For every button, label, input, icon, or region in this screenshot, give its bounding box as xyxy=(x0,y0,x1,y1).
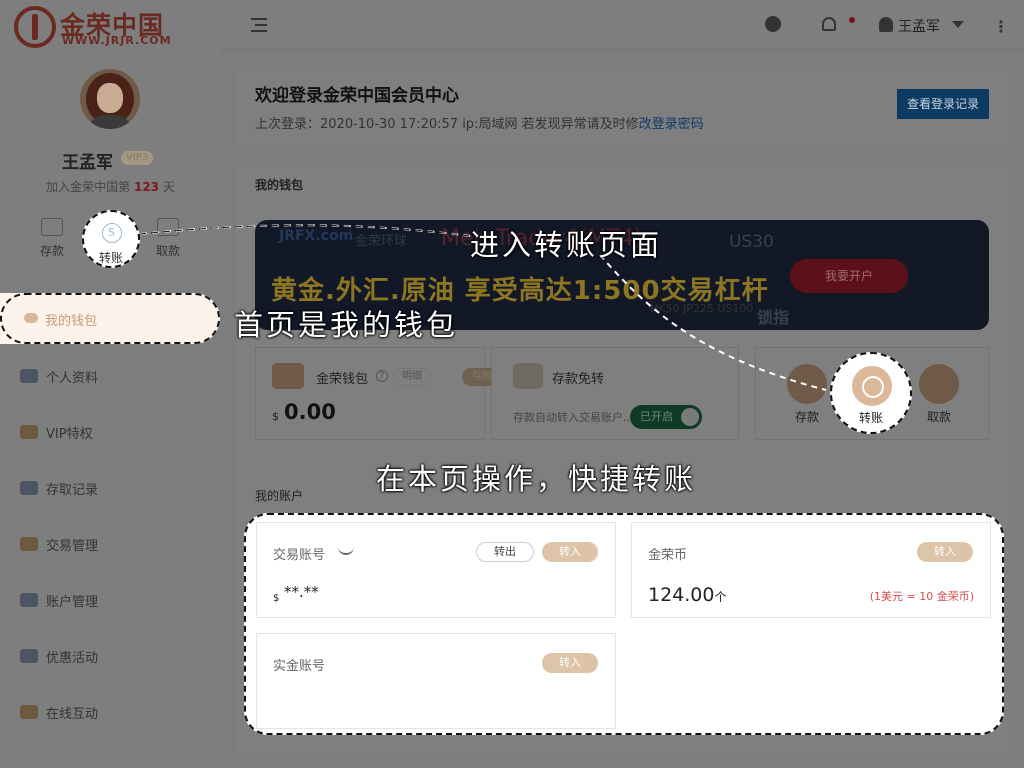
last-login-text: 上次登录：2020-10-30 17:20:57 ip:局域网 若发现异常请及时… xyxy=(255,117,704,132)
quick-deposit[interactable]: 存款 xyxy=(27,218,77,259)
sidebar-item-promo[interactable]: 优惠活动 xyxy=(0,628,221,684)
currency-symbol: $ xyxy=(273,593,280,604)
trading-account-card: 交易账号 转出 转入 $ **.** xyxy=(256,522,616,618)
chevron-down-icon[interactable] xyxy=(952,21,964,28)
caption-home: 首页是我的钱包 xyxy=(234,308,459,342)
transfer-out-button[interactable]: 转出 xyxy=(476,542,534,562)
sidebar: 金荣中国 WWW.JRJR.COM 王孟军 VIP3 加入金荣中国第 123 天… xyxy=(0,0,221,768)
brand-url: WWW.JRJR.COM xyxy=(62,34,172,47)
trading-account-title: 交易账号 xyxy=(273,548,326,563)
action-transfer[interactable]: 转账 xyxy=(830,352,912,434)
wallet-heading: 我的钱包 xyxy=(255,178,304,192)
coin-transfer-in-button[interactable]: 转入 xyxy=(917,542,973,562)
promo-icon xyxy=(20,649,38,663)
support-icon[interactable] xyxy=(765,16,781,32)
menu-toggle-icon[interactable] xyxy=(251,18,267,32)
detail-button[interactable]: 明细 xyxy=(393,368,431,386)
quick-withdraw[interactable]: 取款 xyxy=(143,218,193,259)
gold-coin-title: 金荣币 xyxy=(648,548,688,563)
user-icon[interactable] xyxy=(879,17,893,32)
wallet-amount: 0.00 xyxy=(284,400,336,424)
accounts-section: 交易账号 转出 转入 $ **.** 金荣币 转入 124.00个 (1美元 =… xyxy=(244,513,1004,735)
open-account-button[interactable]: 我要开户 xyxy=(790,259,908,293)
sidebar-item-vip[interactable]: VIP特权 xyxy=(0,404,221,460)
profile-icon xyxy=(20,369,38,383)
bell-icon[interactable] xyxy=(822,17,836,31)
transfer-in-button[interactable]: 转入 xyxy=(542,542,598,562)
gold-coin-card: 金荣币 转入 124.00个 (1美元 = 10 金荣币) xyxy=(631,522,991,618)
welcome-card: 欢迎登录金荣中国会员中心 上次登录：2020-10-30 17:20:57 ip… xyxy=(236,66,1008,148)
avatar[interactable] xyxy=(80,69,140,129)
brand-mark-icon xyxy=(14,6,56,48)
vip-badge: VIP3 xyxy=(121,151,154,165)
sidebar-item-profile[interactable]: 个人资料 xyxy=(0,348,221,404)
banner-indices: HK50 JP225 US100 xyxy=(650,302,754,315)
gold-coin-value: 124.00个 xyxy=(648,584,727,606)
vip-icon xyxy=(20,425,38,439)
help-icon[interactable]: ? xyxy=(376,370,388,382)
transfer-icon xyxy=(102,223,122,243)
brand-logo[interactable]: 金荣中国 WWW.JRJR.COM xyxy=(14,6,194,50)
wallet-name: 金荣钱包 xyxy=(316,372,369,387)
currency-symbol: $ xyxy=(272,410,279,423)
banner-logo-cn: 金荣环球 xyxy=(355,234,408,249)
auto-transfer-toggle[interactable]: 已开启 xyxy=(630,405,702,429)
eye-closed-icon[interactable] xyxy=(338,547,354,555)
top-bar: 王孟军 ⋮ xyxy=(221,0,1024,50)
chat-icon xyxy=(20,705,38,719)
wallet-balance-box: 金荣钱包 ? 明细 存款 $ 0.00 xyxy=(255,347,502,440)
caption-quick: 在本页操作，快捷转账 xyxy=(376,462,697,496)
sidebar-item-trade[interactable]: 交易管理 xyxy=(0,516,221,572)
quick-transfer[interactable]: 转账 xyxy=(82,210,140,268)
real-gold-account-card: 实金账号 转入 xyxy=(256,633,616,729)
banner-logo: JRFX.com xyxy=(279,228,354,244)
exchange-rate: (1美元 = 10 金荣币) xyxy=(869,590,974,603)
deposit-icon xyxy=(787,364,827,404)
sidebar-item-chat[interactable]: 在线互动 xyxy=(0,684,221,740)
transfer-icon xyxy=(852,366,892,406)
sidebar-nav: 我的钱包 个人资料 VIP特权 存取记录 交易管理 账户管理 优惠活动 在线互动 xyxy=(0,292,221,740)
action-deposit[interactable]: 存款 xyxy=(782,364,832,425)
banner-us30: US30 xyxy=(729,232,774,252)
sidebar-item-account[interactable]: 账户管理 xyxy=(0,572,221,628)
action-withdraw[interactable]: 取款 xyxy=(914,364,964,425)
profile-name: 王孟军 xyxy=(62,153,113,173)
wallet-icon xyxy=(272,363,304,389)
trade-icon xyxy=(20,537,38,551)
highlight-border xyxy=(0,293,220,344)
sidebar-item-records[interactable]: 存取记录 xyxy=(0,460,221,516)
real-gold-account-title: 实金账号 xyxy=(273,659,326,674)
topbar-username[interactable]: 王孟军 xyxy=(898,16,940,36)
join-days-text: 加入金荣中国第 123 天 xyxy=(46,180,175,194)
auto-transfer-name: 存款免转 xyxy=(552,372,605,387)
notification-dot xyxy=(849,17,855,23)
banner-lock: 锁指 xyxy=(757,308,790,327)
accounts-heading: 我的账户 xyxy=(255,489,304,503)
withdraw-icon xyxy=(157,218,179,236)
view-login-records-button[interactable]: 查看登录记录 xyxy=(897,89,989,119)
records-icon xyxy=(20,481,38,495)
withdraw-icon xyxy=(919,364,959,404)
trading-account-value: **.** xyxy=(284,583,319,601)
caption-transfer: 进入转账页面 xyxy=(470,228,663,262)
account-icon xyxy=(20,593,38,607)
auto-transfer-icon xyxy=(513,363,543,389)
real-transfer-in-button[interactable]: 转入 xyxy=(542,653,598,673)
change-password-link[interactable]: 改登录密码 xyxy=(639,117,704,132)
more-icon[interactable]: ⋮ xyxy=(993,17,1009,36)
auto-transfer-desc: 存款自动转入交易账户... xyxy=(513,411,634,424)
auto-transfer-box: 存款免转 存款自动转入交易账户... 已开启 xyxy=(491,347,739,440)
welcome-title: 欢迎登录金荣中国会员中心 xyxy=(255,86,459,106)
deposit-icon xyxy=(41,218,63,236)
